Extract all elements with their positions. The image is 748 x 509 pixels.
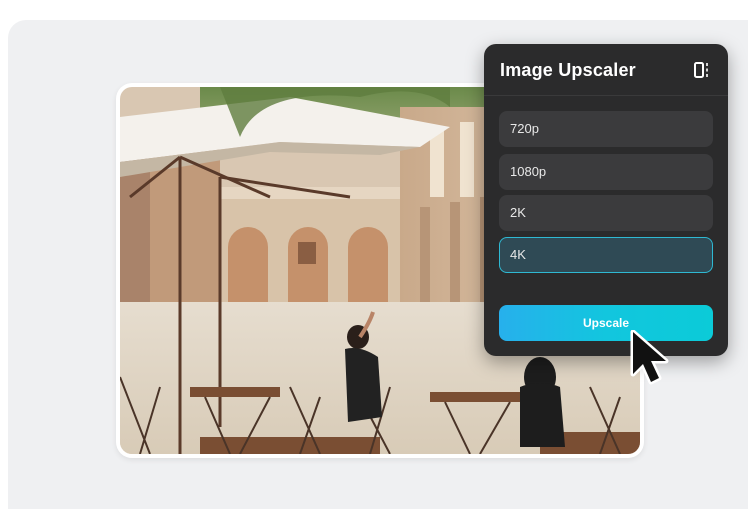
compare-split-icon[interactable] [692,61,712,79]
upscale-button-label: Upscale [582,316,630,330]
image-upscaler-panel: Image Upscaler 720p 1080p 2K 4K Upscale [484,44,728,356]
panel-header: Image Upscaler [484,44,728,96]
option-label: 2K [510,205,526,220]
option-2k[interactable]: 2K [499,195,713,231]
option-label: 720p [510,121,539,136]
option-label: 1080p [510,164,547,179]
option-1080p[interactable]: 1080p [499,154,713,190]
upscale-button[interactable]: Upscale [499,305,713,341]
option-4k[interactable]: 4K [499,237,713,273]
option-720p[interactable]: 720p [499,111,713,147]
option-label: 4K [510,247,526,262]
mouse-cursor-icon [630,330,669,385]
panel-title: Image Upscaler [500,60,636,80]
